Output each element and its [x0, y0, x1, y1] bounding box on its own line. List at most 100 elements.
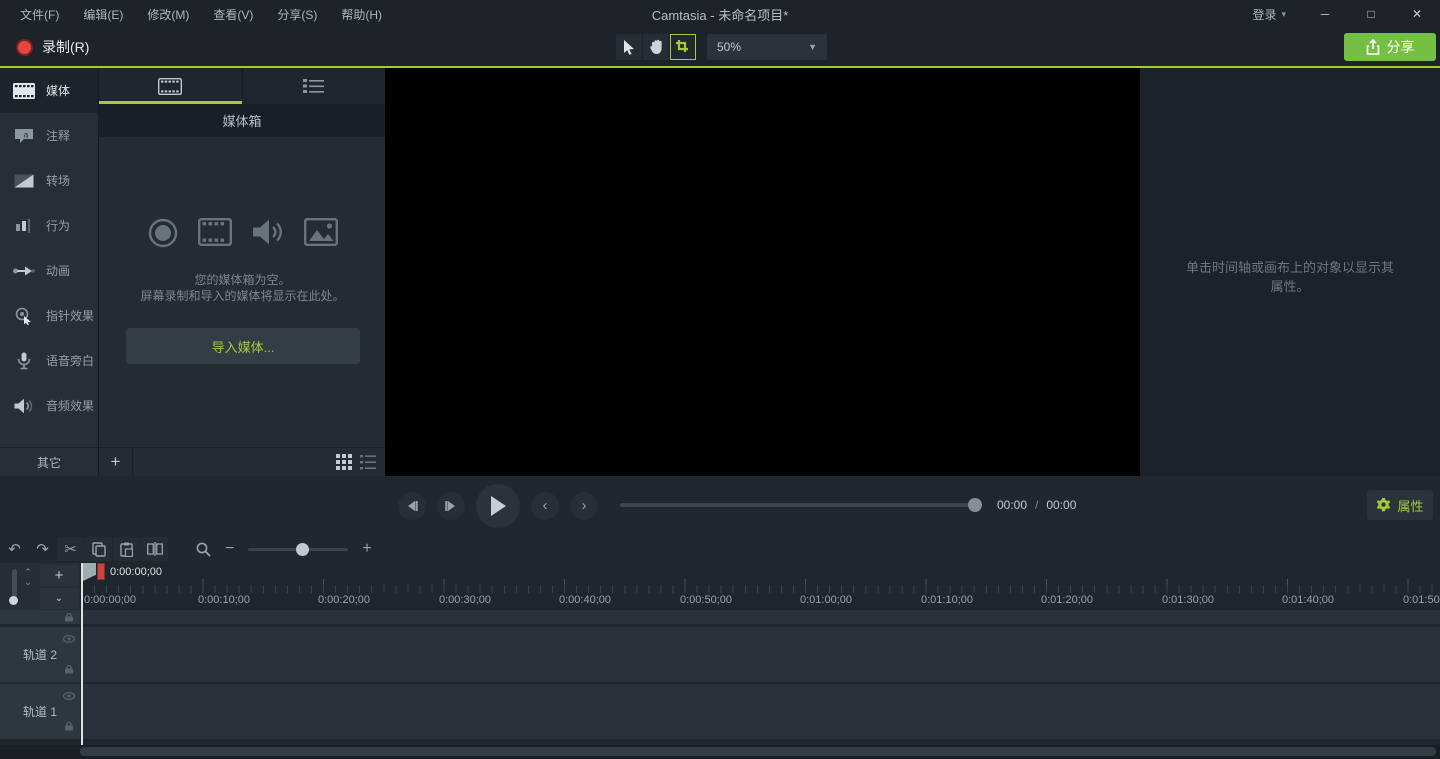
crop-tool-button[interactable] — [670, 34, 696, 60]
menu-file[interactable]: 文件(F) — [10, 2, 69, 27]
add-media-button[interactable]: + — [99, 448, 133, 477]
sidebar-item-media[interactable]: 媒体 — [0, 68, 98, 113]
crop-icon — [676, 40, 691, 55]
undo-button[interactable]: ↶ — [1, 537, 28, 561]
ruler-label: 0:01:30;00 — [1162, 594, 1214, 606]
menu-edit[interactable]: 编辑(E) — [73, 2, 133, 27]
menu-modify[interactable]: 修改(M) — [137, 2, 199, 27]
menu-view[interactable]: 查看(V) — [203, 2, 263, 27]
seek-slider-knob[interactable] — [968, 498, 982, 512]
track-lane[interactable] — [82, 610, 1440, 624]
previous-clip-button[interactable]: ‹ — [531, 492, 559, 520]
sidebar-item-transitions[interactable]: 转场 — [0, 158, 98, 203]
track-lane[interactable] — [82, 627, 1440, 682]
timeline-toolbar: ↶ ↷ ✂ − + — [0, 535, 1440, 563]
next-frame-button[interactable] — [437, 492, 465, 520]
pan-tool-button[interactable] — [643, 34, 669, 60]
track-lane[interactable] — [82, 684, 1440, 739]
tab-media-bin[interactable] — [99, 68, 242, 104]
sidebar-item-audio-effects[interactable]: 音频效果 — [0, 383, 98, 428]
maximize-button[interactable]: □ — [1348, 0, 1394, 28]
ruler-label: 0:00:30;00 — [439, 594, 491, 606]
sidebar-item-label: 音频效果 — [46, 397, 94, 414]
film-icon — [13, 83, 35, 99]
copy-button[interactable] — [85, 537, 112, 561]
redo-button[interactable]: ↷ — [29, 537, 56, 561]
timeline-zoom-out-button[interactable]: − — [225, 540, 234, 558]
eye-icon[interactable] — [63, 635, 75, 643]
share-button[interactable]: 分享 — [1344, 33, 1436, 61]
seek-slider[interactable] — [620, 503, 980, 507]
track-header — [0, 610, 80, 624]
sidebar-item-animations[interactable]: 动画 — [0, 248, 98, 293]
eye-icon[interactable] — [63, 692, 75, 700]
cut-button[interactable]: ✂ — [57, 537, 84, 561]
grid-view-button[interactable] — [336, 454, 352, 470]
ruler-minor-ticks — [82, 585, 1440, 593]
menu-help[interactable]: 帮助(H) — [331, 2, 392, 27]
record-button[interactable]: 录制(R) — [8, 33, 97, 61]
ruler-label: 0:00:40;00 — [559, 594, 611, 606]
timeline-zoom-slider[interactable] — [248, 548, 348, 551]
properties-label: 属性 — [1397, 496, 1423, 515]
sidebar-item-annotations[interactable]: a 注释 — [0, 113, 98, 158]
track-header[interactable]: 轨道 1 — [0, 684, 80, 739]
share-label: 分享 — [1387, 37, 1415, 57]
timeline-scrollbar-thumb[interactable] — [80, 747, 1436, 756]
callout-icon: a — [13, 128, 35, 144]
track-header[interactable]: 轨道 2 — [0, 627, 80, 682]
sidebar-item-cursor-effects[interactable]: 指针效果 — [0, 293, 98, 338]
sidebar-item-label: 语音旁白 — [46, 352, 94, 369]
canvas-zoom-dropdown[interactable]: 50% ▼ — [707, 34, 827, 60]
transition-icon — [13, 174, 35, 188]
media-bin-empty-state: 您的媒体箱为空。 屏幕录制和导入的媒体将显示在此处。 — [99, 218, 386, 304]
playhead-marker[interactable] — [97, 563, 105, 580]
track-label: 轨道 1 — [23, 703, 57, 720]
paste-button[interactable] — [113, 537, 140, 561]
close-button[interactable]: ✕ — [1394, 0, 1440, 28]
list-view-button[interactable] — [360, 454, 376, 470]
timeline: 0:00:00;00 0:00:10;00 0:00:20;00 0:00:30… — [0, 563, 1440, 745]
timeline-scrollbar[interactable] — [0, 745, 1440, 759]
add-track-button[interactable]: + — [40, 565, 78, 586]
timeline-zoom-in-button[interactable]: + — [362, 540, 371, 558]
ruler-label: 0:01:00;00 — [800, 594, 852, 606]
track-height-slider-knob[interactable] — [9, 596, 18, 605]
lock-icon[interactable] — [64, 613, 74, 622]
collapse-tracks-button[interactable]: ⌄ — [40, 588, 78, 609]
minimize-button[interactable]: ─ — [1302, 0, 1348, 28]
login-button[interactable]: 登录 ▾ — [1236, 6, 1302, 23]
timeline-left-controls: ⌃⌄ + ⌄ — [0, 563, 80, 610]
sidebar-item-voice-narration[interactable]: 语音旁白 — [0, 338, 98, 383]
select-tool-button[interactable] — [616, 34, 642, 60]
record-circle-icon — [148, 218, 178, 248]
sidebar-item-behaviors[interactable]: 行为 — [0, 203, 98, 248]
play-button[interactable] — [476, 484, 520, 528]
sidebar-more-button[interactable]: 其它 — [0, 447, 98, 476]
tools-sidebar: 媒体 a 注释 转场 行为 动画 — [0, 68, 98, 476]
next-clip-button[interactable]: › — [570, 492, 598, 520]
playhead-time-label: 0:00:00;00 — [110, 566, 162, 578]
ruler-label: 0:00:20;00 — [318, 594, 370, 606]
timeline-zoom-knob[interactable] — [296, 543, 309, 556]
split-icon — [147, 542, 163, 556]
previous-frame-button[interactable] — [398, 492, 426, 520]
preview-canvas[interactable] — [385, 68, 1140, 476]
tab-library[interactable] — [242, 68, 386, 104]
canvas-zoom-value: 50% — [717, 40, 741, 54]
split-button[interactable] — [141, 537, 168, 561]
time-separator: / — [1035, 498, 1038, 512]
track-height-slider[interactable]: ⌃⌄ — [8, 567, 34, 605]
timeline-ruler[interactable]: 0:00:00;00 0:00:10;00 0:00:20;00 0:00:30… — [0, 563, 1440, 610]
lock-icon[interactable] — [64, 665, 74, 674]
properties-button[interactable]: 属性 — [1367, 490, 1433, 520]
ruler-label: 0:01:40;00 — [1282, 594, 1334, 606]
microphone-icon — [13, 352, 35, 370]
copy-icon — [92, 542, 106, 557]
import-media-button[interactable]: 导入媒体... — [126, 328, 360, 364]
sidebar-item-label: 媒体 — [46, 82, 70, 99]
media-bin-panel: 媒体箱 您的媒体箱为空。 屏幕录制和导入的媒体将显示在此处。 导 — [98, 68, 385, 476]
menu-share[interactable]: 分享(S) — [267, 2, 327, 27]
lock-icon[interactable] — [64, 722, 74, 731]
playhead-line[interactable] — [81, 563, 83, 745]
